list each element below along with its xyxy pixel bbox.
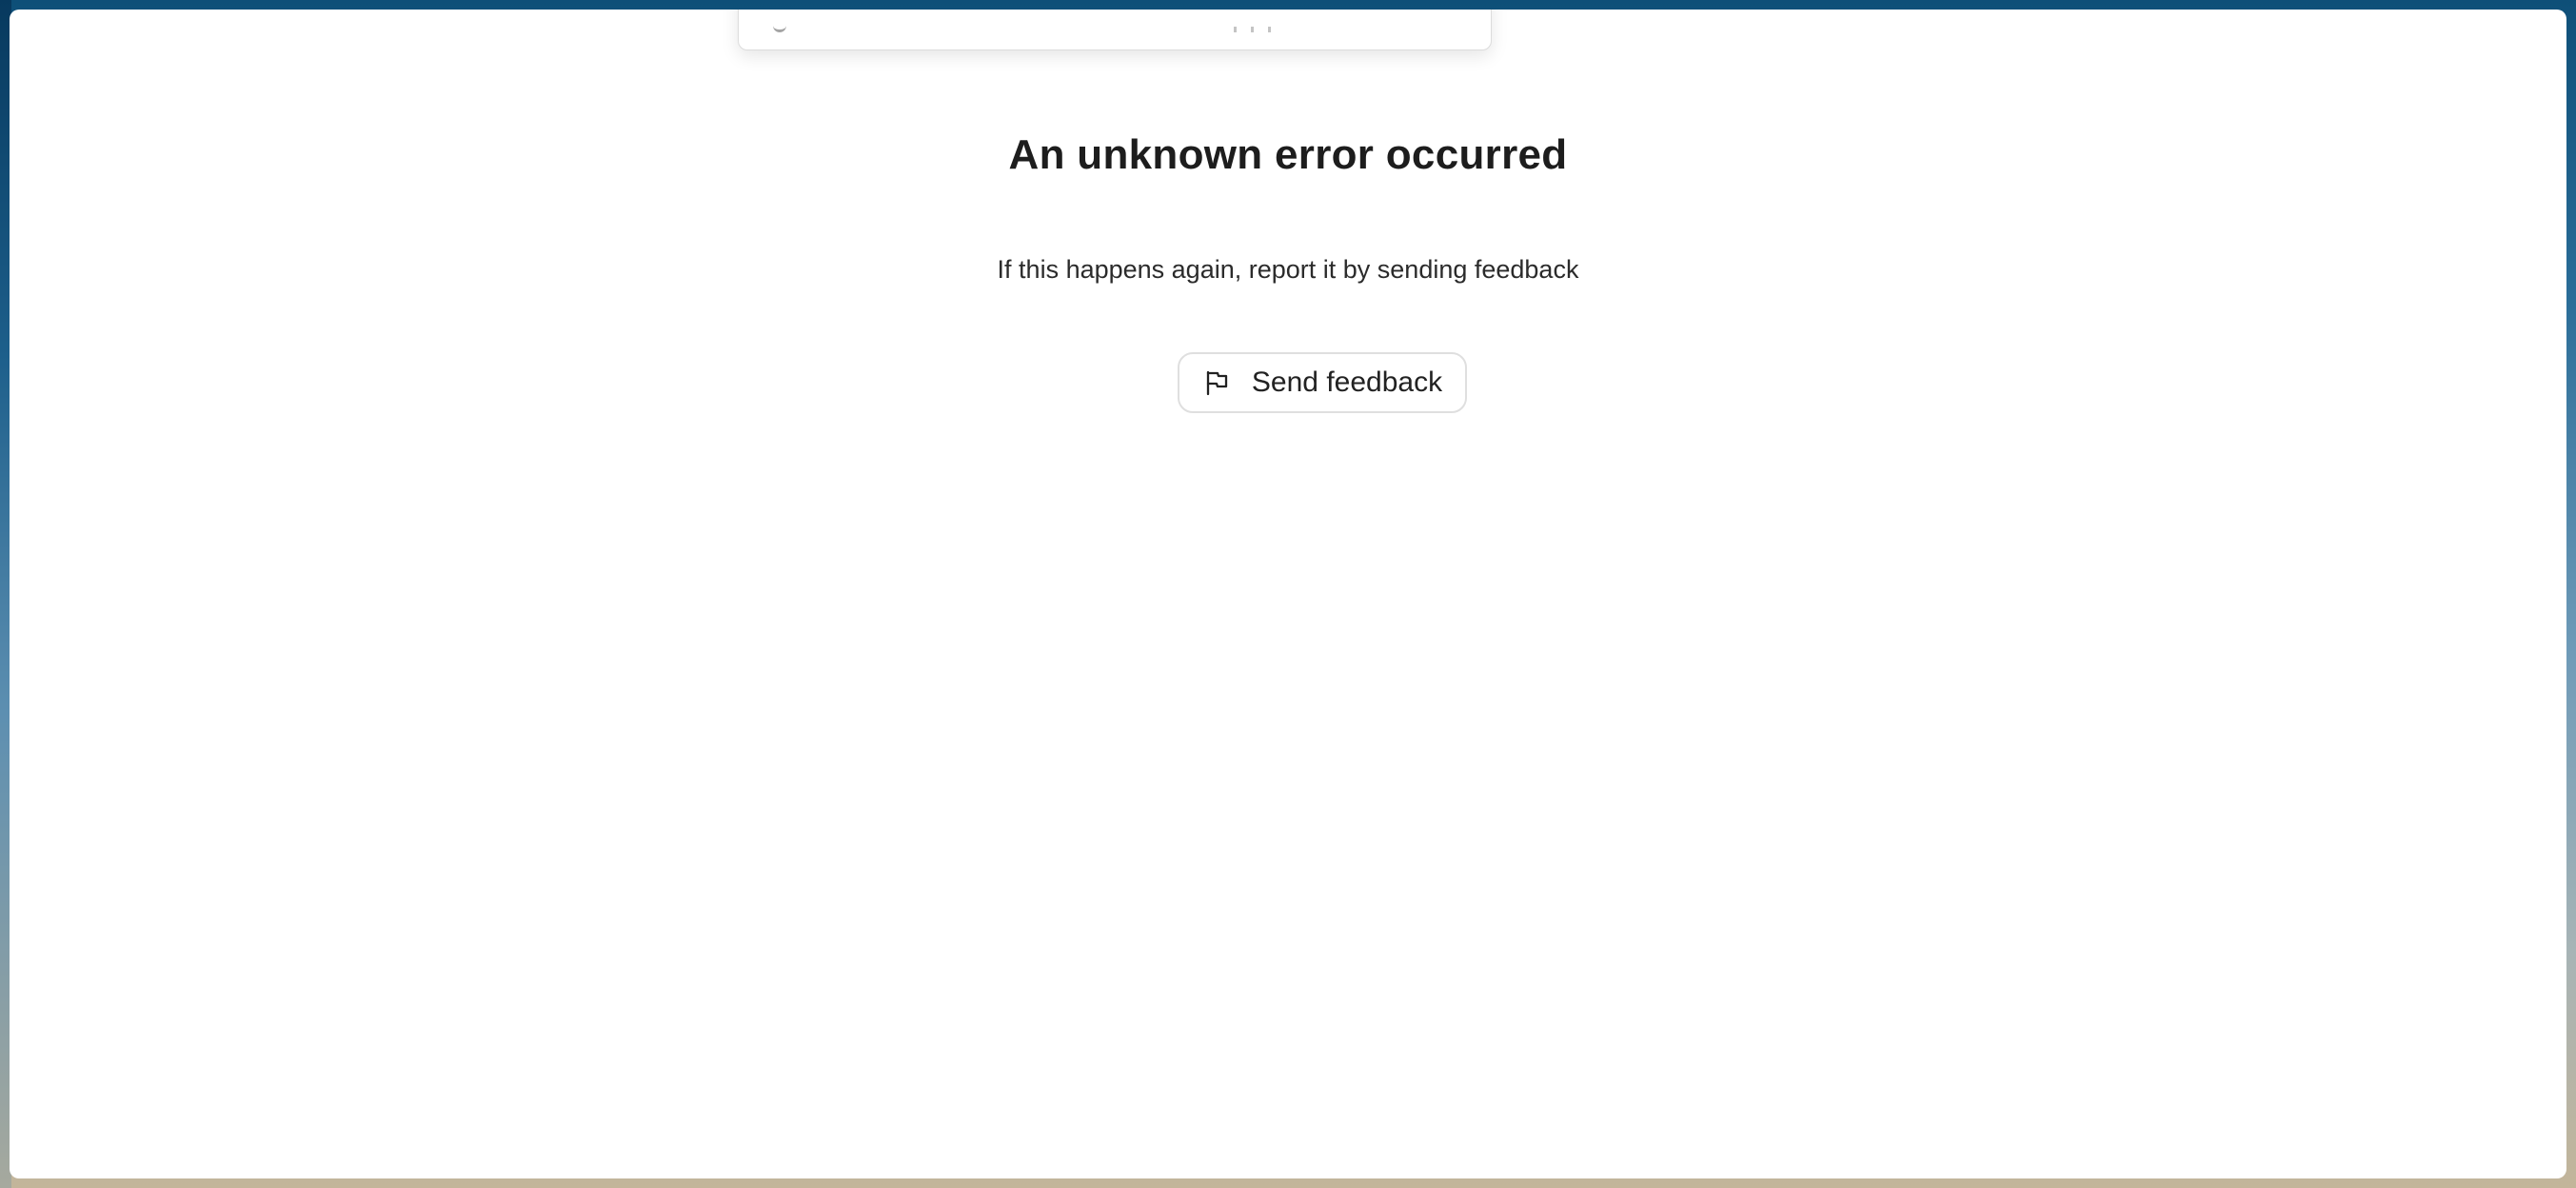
- error-title: An unknown error occurred: [1008, 131, 1568, 178]
- flag-icon: [1202, 368, 1231, 397]
- send-feedback-button[interactable]: Send feedback: [1178, 352, 1467, 413]
- app-window: An unknown error occurred If this happen…: [10, 10, 2566, 1178]
- dropdown-panel: [738, 10, 1492, 50]
- error-message: If this happens again, report it by send…: [997, 255, 1579, 284]
- clipped-text: [1234, 27, 1272, 32]
- clipped-icon: [773, 25, 786, 32]
- send-feedback-label: Send feedback: [1251, 366, 1443, 398]
